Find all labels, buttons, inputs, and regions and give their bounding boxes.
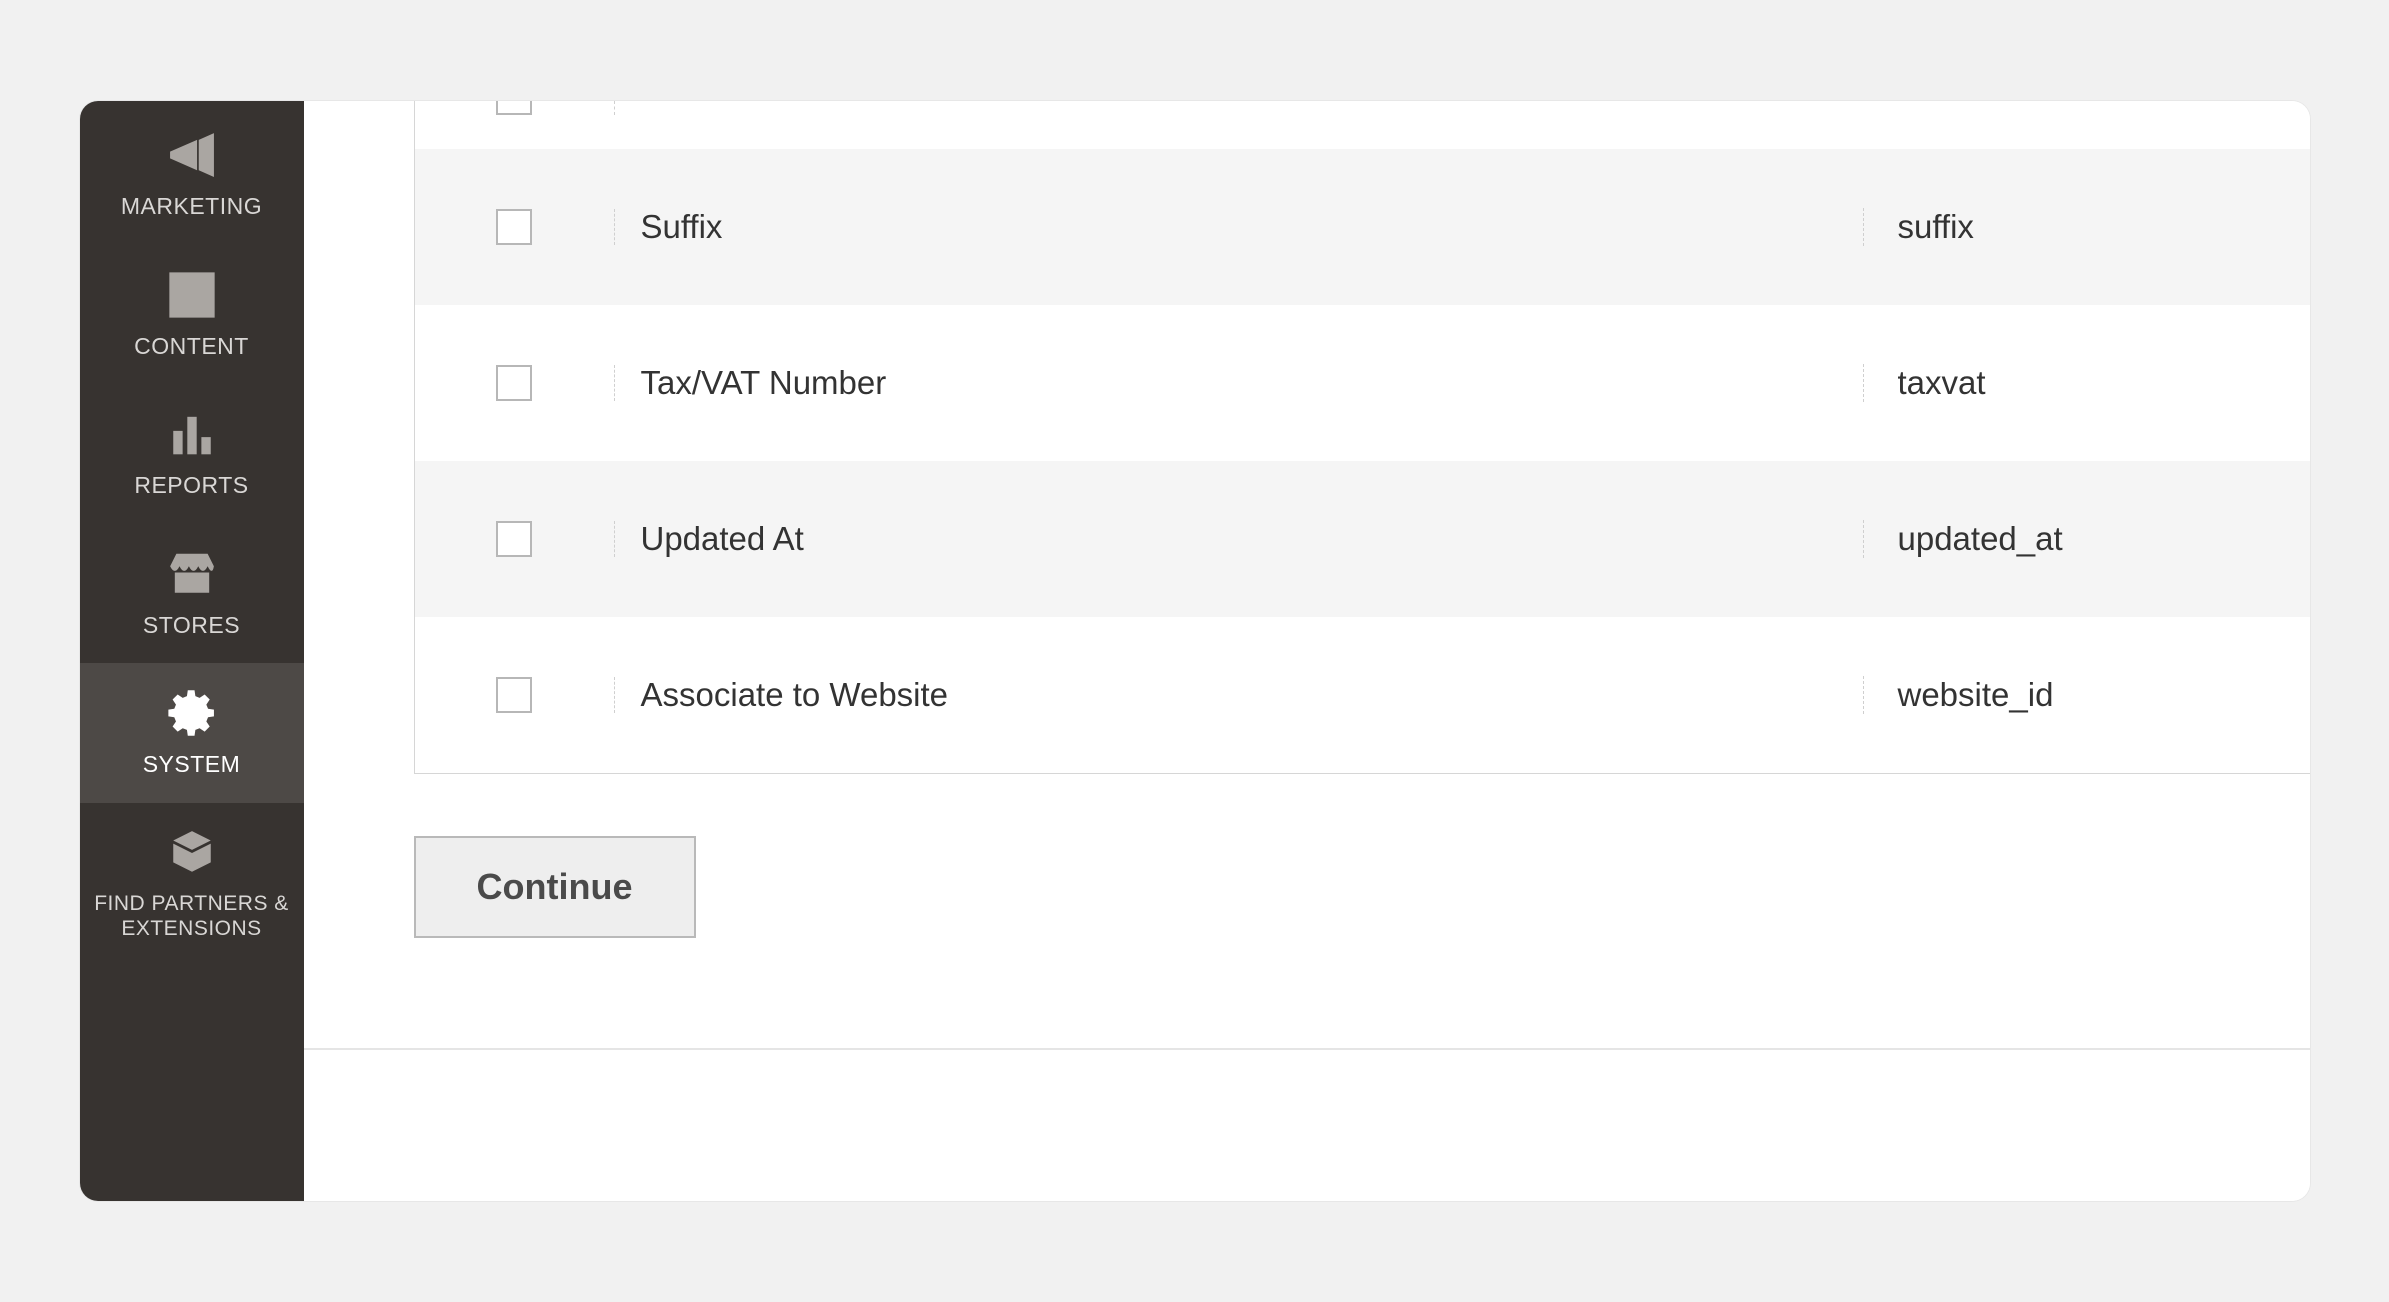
checkbox-cell: [415, 209, 615, 245]
sidebar-item-label: CONTENT: [134, 333, 249, 361]
sidebar-item-reports[interactable]: REPORTS: [80, 384, 304, 524]
checkbox-cell: [415, 365, 615, 401]
sidebar-item-content[interactable]: CONTENT: [80, 245, 304, 385]
app-frame: MARKETING CONTENT REPORTS STORES SYSTEM: [80, 101, 2310, 1201]
sidebar-item-marketing[interactable]: MARKETING: [80, 105, 304, 245]
storefront-icon: [162, 546, 222, 602]
attribute-code: updated_at: [1864, 520, 2310, 558]
bars-icon: [162, 406, 222, 462]
gear-icon: [162, 685, 222, 741]
row-checkbox[interactable]: [496, 677, 532, 713]
attribute-table: Suffix suffix Tax/VAT Number taxvat Upda…: [414, 101, 2310, 774]
table-row: Associate to Website website_id: [415, 617, 2310, 773]
sidebar-item-label: SYSTEM: [143, 751, 241, 779]
footer-divider: [304, 1048, 2310, 1050]
continue-button[interactable]: Continue: [414, 836, 696, 938]
attribute-label: Suffix: [615, 208, 1864, 246]
blocks-icon: [162, 825, 222, 881]
sidebar-item-system[interactable]: SYSTEM: [80, 663, 304, 803]
layout-icon: [162, 267, 222, 323]
sidebar-item-label: FIND PARTNERS & EXTENSIONS: [86, 891, 298, 941]
admin-sidebar: MARKETING CONTENT REPORTS STORES SYSTEM: [80, 101, 304, 1201]
sidebar-item-stores[interactable]: STORES: [80, 524, 304, 664]
sidebar-item-partners[interactable]: FIND PARTNERS & EXTENSIONS: [80, 803, 304, 965]
attribute-label: Updated At: [615, 520, 1864, 558]
checkbox-cell: [415, 101, 615, 115]
table-row: [415, 101, 2310, 149]
attribute-code: website_id: [1864, 676, 2310, 714]
table-row: Suffix suffix: [415, 149, 2310, 305]
row-checkbox[interactable]: [496, 101, 532, 115]
main-content: Suffix suffix Tax/VAT Number taxvat Upda…: [304, 101, 2310, 1201]
attribute-code: suffix: [1864, 208, 2310, 246]
attribute-label: Tax/VAT Number: [615, 364, 1864, 402]
table-row: Tax/VAT Number taxvat: [415, 305, 2310, 461]
row-checkbox[interactable]: [496, 209, 532, 245]
attribute-label: Associate to Website: [615, 676, 1864, 714]
row-checkbox[interactable]: [496, 521, 532, 557]
sidebar-item-label: REPORTS: [134, 472, 248, 500]
table-row: Updated At updated_at: [415, 461, 2310, 617]
attribute-code: taxvat: [1864, 364, 2310, 402]
checkbox-cell: [415, 521, 615, 557]
row-checkbox[interactable]: [496, 365, 532, 401]
checkbox-cell: [415, 677, 615, 713]
sidebar-item-label: MARKETING: [121, 193, 262, 221]
megaphone-icon: [162, 127, 222, 183]
sidebar-item-label: STORES: [143, 612, 240, 640]
